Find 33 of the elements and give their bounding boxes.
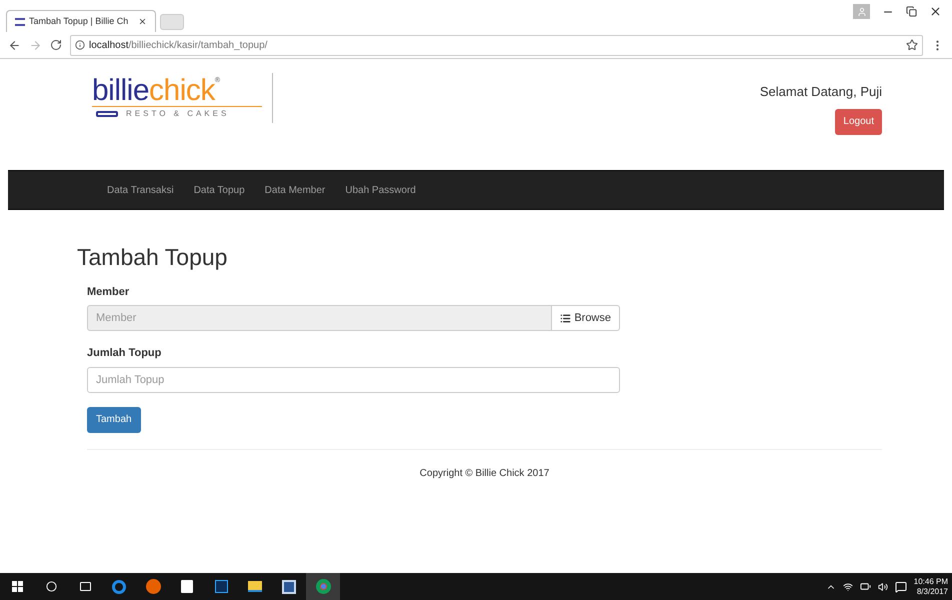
clock-date[interactable]: 8/3/2017 [916,586,948,596]
field-label: Jumlah Topup [87,346,162,361]
restore-icon[interactable] [906,6,917,17]
copyright-text: Copyright © Billie Chick 2017 [420,466,550,480]
nav-link[interactable]: Data Topup [184,182,255,198]
nav-link[interactable]: Data Transaksi [97,182,184,198]
browser-tab[interactable]: Tambah Topup | Billie Ch [6,10,156,32]
battery-icon[interactable] [860,581,871,592]
info-icon [75,40,85,50]
page-title: Tambah Topup [77,243,228,272]
bookmark-star-icon[interactable] [906,39,918,51]
close-icon[interactable] [138,17,147,26]
back-icon[interactable] [8,38,21,52]
logout-button[interactable]: Logout [835,108,882,134]
nav-link[interactable]: Data Member [254,182,336,198]
submit-button[interactable]: Tambah [87,406,141,432]
welcome-text: Selamat Datang, Puji [760,83,882,101]
list-icon [560,312,572,324]
volume-icon[interactable] [878,582,888,592]
address-bar[interactable]: localhost/billiechick/kasir/tambah_topup/ [70,34,923,56]
favicon-icon [15,18,25,26]
clock-time[interactable]: 10:46 PM [914,576,948,586]
amount-field[interactable]: Jumlah Topup [87,366,620,392]
tab-title: Tambah Topup | Billie Ch [29,14,130,28]
network-icon[interactable] [842,582,853,592]
url-text: localhost/billiechick/kasir/tambah_topup/ [89,38,268,52]
reload-icon[interactable] [50,39,62,51]
close-icon[interactable] [929,5,942,18]
field-label: Member [87,284,130,300]
nav-link[interactable]: Ubah Password [335,182,426,198]
logo-wordmark: billiechick [92,76,215,106]
logo-tagline: RESTO & CAKES [126,108,230,120]
notification-icon[interactable] [894,580,907,592]
